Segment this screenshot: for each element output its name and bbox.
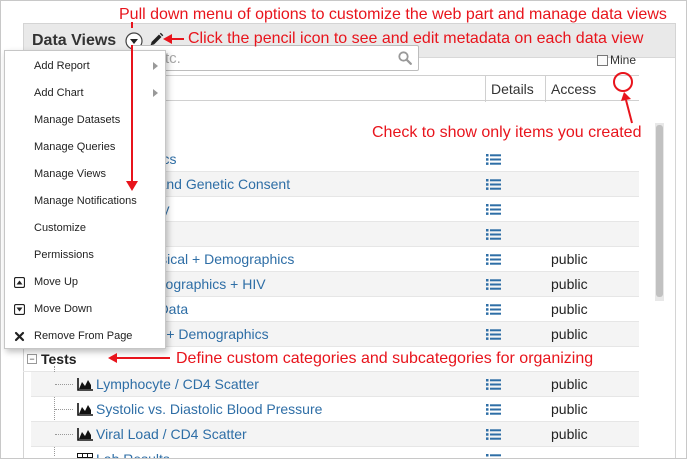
search-input[interactable] (140, 49, 390, 67)
access-value: public (551, 326, 588, 342)
move-down-icon (13, 303, 26, 316)
menu-item-add-chart[interactable]: Add Chart (5, 79, 165, 106)
list-icon[interactable] (486, 153, 501, 166)
mine-label: Mine (610, 53, 637, 67)
webpart-title: Data Views (32, 32, 117, 49)
column-header-details[interactable]: Details (491, 81, 534, 97)
list-icon[interactable] (486, 428, 501, 441)
menu-item-label: Manage Views (34, 168, 106, 180)
menu-item-manage-notifications[interactable]: Manage Notifications (5, 187, 165, 214)
list-icon[interactable] (486, 303, 501, 316)
annotation-mine-text: Check to show only items you created (372, 124, 642, 141)
access-value: public (551, 401, 588, 417)
grid-icon (77, 453, 93, 458)
menu-item-permissions[interactable]: Permissions (5, 241, 165, 268)
list-icon[interactable] (486, 178, 501, 191)
menu-item-label: Permissions (34, 249, 94, 261)
access-value: public (551, 376, 588, 392)
column-header-access[interactable]: Access (551, 81, 596, 97)
menu-item-label: Manage Datasets (34, 114, 121, 126)
access-value: public (551, 426, 588, 442)
menu-item-manage-queries[interactable]: Manage Queries (5, 133, 165, 160)
grid-header: Details Access (129, 75, 639, 102)
mine-checkbox[interactable] (597, 55, 608, 66)
screenshot-frame: Data Views g, etc. Mine Details Access i… (0, 0, 687, 459)
submenu-arrow-icon (153, 62, 158, 70)
access-value: public (551, 251, 588, 267)
list-icon[interactable] (486, 228, 501, 241)
search-box (131, 45, 419, 71)
list-icon[interactable] (486, 453, 501, 458)
menu-item-label: Customize (34, 222, 86, 234)
menu-item-customize[interactable]: Customize (5, 214, 165, 241)
search-icon[interactable] (398, 51, 412, 65)
tree-branch (55, 434, 73, 435)
remove-icon (14, 330, 25, 342)
menu-item-label: Move Down (34, 303, 93, 315)
tree-branch (55, 409, 73, 410)
table-row: Systolic vs. Diastolic Blood Pressure pub… (31, 397, 639, 422)
category-label[interactable]: Tests (41, 351, 77, 367)
menu-item-label: Remove From Page (34, 330, 133, 342)
annotation-pencil-text: Click the pencil icon to see and edit me… (188, 30, 644, 47)
annotation-menu-text: Pull down menu of options to customize t… (119, 6, 667, 23)
column-divider (545, 76, 546, 102)
menu-item-label: Add Chart (34, 87, 84, 99)
list-icon[interactable] (486, 253, 501, 266)
list-icon[interactable] (486, 278, 501, 291)
scrollbar[interactable] (655, 123, 664, 301)
menu-item-label: Add Report (34, 60, 90, 72)
menu-item-label: Move Up (34, 276, 79, 288)
chart-icon (77, 403, 93, 416)
list-icon[interactable] (486, 328, 501, 341)
menu-item-move-down[interactable]: Move Down (5, 295, 165, 322)
webpart-menu: Add Report Add Chart Manage Datasets Man… (4, 50, 166, 349)
list-icon[interactable] (486, 403, 501, 416)
menu-item-manage-datasets[interactable]: Manage Datasets (5, 106, 165, 133)
table-row: Viral Load / CD4 Scatter public (31, 422, 639, 447)
data-view-link[interactable]: Viral Load / CD4 Scatter (96, 426, 247, 442)
data-view-link[interactable]: Systolic vs. Diastolic Blood Pressure (96, 401, 322, 417)
data-view-link[interactable]: Lymphocyte / CD4 Scatter (96, 376, 259, 392)
menu-item-add-report[interactable]: Add Report (5, 52, 165, 79)
tree-branch (55, 384, 73, 385)
list-icon[interactable] (486, 203, 501, 216)
access-value: public (551, 301, 588, 317)
chart-icon (77, 378, 93, 391)
menu-item-manage-views[interactable]: Manage Views (5, 160, 165, 187)
table-row: Lab Results (31, 447, 639, 458)
table-row: Lymphocyte / CD4 Scatter public (31, 372, 639, 397)
annotation-categories-text: Define custom categories and subcategori… (176, 350, 594, 367)
column-divider (485, 76, 486, 102)
submenu-arrow-icon (153, 89, 158, 97)
chart-icon (77, 428, 93, 441)
data-view-link[interactable]: Lab Results (96, 451, 170, 458)
menu-item-remove-from-page[interactable]: Remove From Page (5, 322, 165, 349)
scrollbar-thumb[interactable] (656, 125, 663, 297)
access-value: public (551, 276, 588, 292)
menu-item-label: Manage Notifications (34, 195, 137, 207)
collapse-toggle-icon[interactable]: − (27, 354, 37, 364)
list-icon[interactable] (486, 378, 501, 391)
move-up-icon (13, 276, 26, 289)
menu-item-label: Manage Queries (34, 141, 116, 153)
menu-item-move-up[interactable]: Move Up (5, 268, 165, 295)
